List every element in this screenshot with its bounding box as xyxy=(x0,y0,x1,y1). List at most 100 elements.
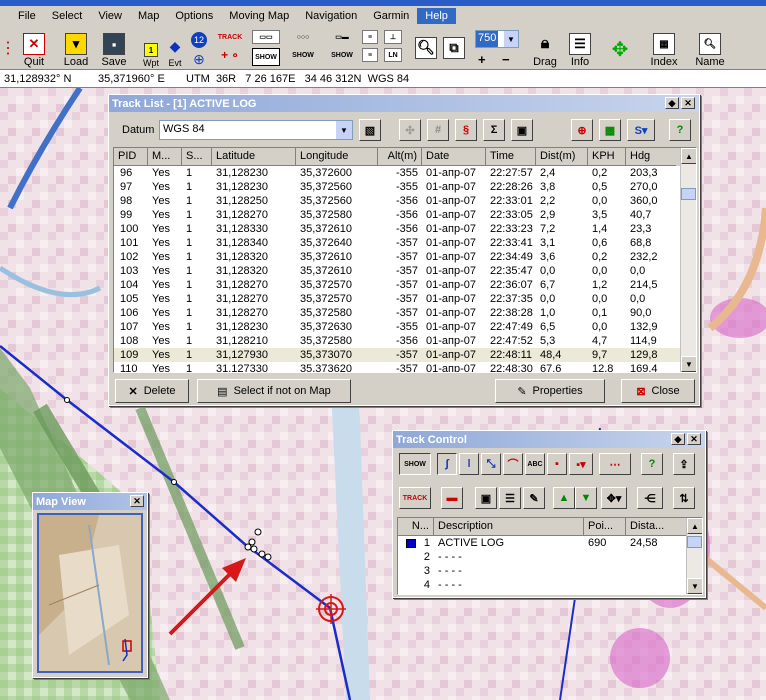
route-count-button[interactable]: 12 xyxy=(188,30,210,50)
chevron-down-icon[interactable]: ▼ xyxy=(504,31,518,47)
list-item[interactable]: 2 - - - - xyxy=(398,550,702,564)
table-row[interactable]: 107 Yes 1 31,128230 35,372630 -355 01-апр-07 22… xyxy=(114,320,696,334)
show-map-button[interactable]: SHOW xyxy=(330,48,354,62)
track-color-swatch[interactable] xyxy=(405,538,416,548)
menu-select[interactable]: Select xyxy=(44,8,91,24)
scroll-up-icon[interactable]: ▲ xyxy=(687,518,702,534)
pan-arrows-icon[interactable]: ✥ xyxy=(600,32,640,66)
delete-button[interactable]: ✕ Delete xyxy=(115,379,189,403)
overview-map[interactable] xyxy=(37,513,143,673)
column-header[interactable]: M... xyxy=(148,148,182,166)
line-tool-icon[interactable]: LN xyxy=(384,48,402,62)
datum-select[interactable]: WGS 84 ▼ xyxy=(159,120,353,140)
join-tracks-button[interactable]: ⋲ xyxy=(637,487,663,509)
load-button[interactable]: ▾ Load xyxy=(60,28,92,68)
route-filter-button[interactable]: § xyxy=(455,119,477,141)
map-export-button[interactable]: ▩ xyxy=(599,119,621,141)
target-button[interactable]: ⊕ xyxy=(571,119,593,141)
menu-options[interactable]: Options xyxy=(167,8,221,24)
show-track-toggle[interactable]: SHOW xyxy=(399,453,431,475)
collapse-button[interactable]: ◆ xyxy=(671,433,685,445)
map-view-titlebar[interactable]: Map View ✕ xyxy=(33,493,147,510)
sum-button[interactable]: Σ xyxy=(483,119,505,141)
label-tool-button[interactable]: ABC xyxy=(525,453,545,475)
table-row[interactable]: 97 Yes 1 31,128230 35,372560 -355 01-апр-07 22:… xyxy=(114,180,696,194)
scroll-down-icon[interactable]: ▼ xyxy=(681,356,696,372)
settings-dropdown-button[interactable]: S▾ xyxy=(627,119,655,141)
track-bar-button[interactable]: ▬ xyxy=(441,487,463,509)
properties-track-button[interactable]: ✎ xyxy=(523,487,545,509)
table-row[interactable]: 106 Yes 1 31,128270 35,372580 -357 01-апр-07 22… xyxy=(114,306,696,320)
track-control-titlebar[interactable]: Track Control ◆ ✕ xyxy=(393,431,705,448)
map-layer-icon[interactable]: ▭▬ xyxy=(330,30,354,44)
menu-garmin[interactable]: Garmin xyxy=(365,8,417,24)
name-button[interactable]: 🔍︎ Name xyxy=(692,28,728,68)
table-row[interactable]: 105 Yes 1 31,128270 35,372570 -357 01-апр-07 22… xyxy=(114,292,696,306)
route-arrow-icon[interactable]: ⊕ xyxy=(188,50,210,68)
zoom-in-button[interactable]: + xyxy=(478,52,486,67)
column-header[interactable]: N... xyxy=(398,518,434,536)
table-row[interactable]: 104 Yes 1 31,128270 35,372570 -357 01-апр-07 22… xyxy=(114,278,696,292)
select-not-on-map-button[interactable]: ▤ Select if not on Map xyxy=(197,379,351,403)
zoom-out-button[interactable]: − xyxy=(502,52,510,67)
track-small-icon[interactable]: TRACK xyxy=(216,30,244,44)
point-tool-button[interactable]: ▪ xyxy=(547,453,567,475)
table-row[interactable]: 109 Yes 1 31,127930 35,373070 -357 01-апр-07 22… xyxy=(114,348,696,362)
measure-line-icon[interactable]: ⊥ xyxy=(384,30,402,44)
zoom-window-button[interactable]: ⧉ xyxy=(442,34,466,62)
column-header[interactable]: Alt(m) xyxy=(378,148,422,166)
menu-help[interactable]: Help xyxy=(417,8,456,24)
save-list-button[interactable]: ▣ xyxy=(511,119,533,141)
list-track-button[interactable]: ☰ xyxy=(499,487,521,509)
move-down-button[interactable]: ▼ xyxy=(575,487,597,509)
waypoint-button[interactable]: 1 Wpt xyxy=(138,28,164,68)
track-list-titlebar[interactable]: Track List - [1] ACTIVE LOG ◆ ✕ xyxy=(109,95,699,112)
save-button[interactable]: ▪ Save xyxy=(98,28,130,68)
table-row[interactable]: 99 Yes 1 31,128270 35,372580 -356 01-апр-07 22:… xyxy=(114,208,696,222)
move-up-button[interactable]: ▲ xyxy=(553,487,575,509)
grid-button[interactable]: # xyxy=(427,119,449,141)
table-row[interactable]: 102 Yes 1 31,128320 35,372610 -357 01-апр-07 22… xyxy=(114,250,696,264)
profile-tool-button[interactable]: ⌒ xyxy=(503,453,523,475)
vertical-scrollbar[interactable]: ▲ ▼ xyxy=(680,148,696,372)
table-row[interactable]: 110 Yes 1 31,127330 35,373620 -357 01-апр-07 22… xyxy=(114,362,696,372)
menu-view[interactable]: View xyxy=(90,8,130,24)
close-window-button[interactable]: ✕ xyxy=(130,495,144,507)
split-track-button[interactable]: ⋯ xyxy=(599,453,631,475)
column-header[interactable]: PID xyxy=(114,148,148,166)
show-track-button[interactable]: SHOW xyxy=(252,48,280,66)
column-header[interactable]: Description xyxy=(434,518,584,536)
menu-navigation[interactable]: Navigation xyxy=(297,8,365,24)
table-row[interactable]: 101 Yes 1 31,128340 35,372640 -357 01-апр-07 22… xyxy=(114,236,696,250)
scroll-thumb[interactable] xyxy=(681,188,696,200)
text-list-icon[interactable]: ≡ xyxy=(362,30,378,44)
point-dropdown-button[interactable]: ▪▾ xyxy=(569,453,593,475)
column-header[interactable]: Date xyxy=(422,148,486,166)
vertical-scrollbar[interactable]: ▲ ▼ xyxy=(686,518,702,594)
track-add-icon[interactable]: + ∘ xyxy=(216,48,244,62)
menu-moving-map[interactable]: Moving Map xyxy=(221,8,297,24)
collapse-button[interactable]: ◆ xyxy=(665,97,679,109)
table-row[interactable]: 98 Yes 1 31,128250 35,372560 -356 01-апр-07 22:… xyxy=(114,194,696,208)
close-button[interactable]: ⊠ Close xyxy=(621,379,695,403)
crosshair-button[interactable]: ✣ xyxy=(399,119,421,141)
column-header[interactable]: Poi... xyxy=(584,518,626,536)
upload-button[interactable]: ⇪ xyxy=(673,453,695,475)
column-header[interactable]: S... xyxy=(182,148,212,166)
help-button[interactable]: ? xyxy=(669,119,691,141)
save-track-button[interactable]: ▣ xyxy=(475,487,497,509)
column-header[interactable]: Dista... xyxy=(626,518,686,536)
new-track-button[interactable]: TRACK xyxy=(399,487,431,509)
table-row[interactable]: 103 Yes 1 31,128320 35,372610 -357 01-апр-07 22… xyxy=(114,264,696,278)
quit-button[interactable]: ✕ Quit xyxy=(18,28,50,68)
chevron-down-icon[interactable]: ▼ xyxy=(336,121,352,139)
scroll-thumb[interactable] xyxy=(687,536,702,548)
text-list2-icon[interactable]: ≡ xyxy=(362,48,378,62)
drag-button[interactable]: 🔒︎ Drag xyxy=(530,28,560,68)
show-points-button[interactable]: SHOW xyxy=(290,48,316,62)
sort-button[interactable]: ⇅ xyxy=(673,487,695,509)
column-header[interactable]: Time xyxy=(486,148,536,166)
scroll-up-icon[interactable]: ▲ xyxy=(681,148,696,164)
points-icon[interactable]: ○○○ xyxy=(290,30,316,44)
menu-map[interactable]: Map xyxy=(130,8,167,24)
